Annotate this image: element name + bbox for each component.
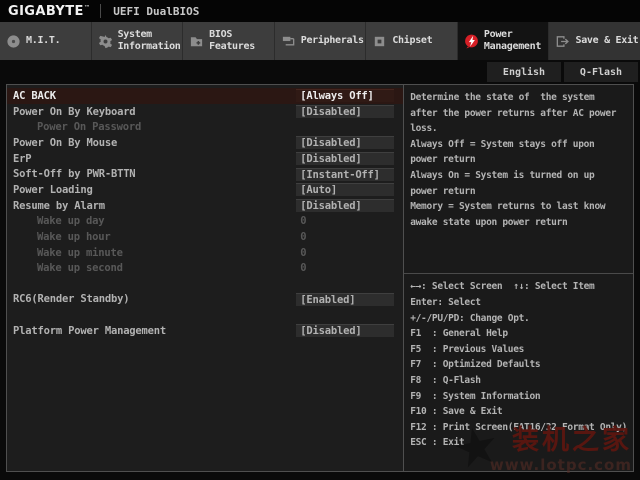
setting-row-resume-by-alarm[interactable]: Resume by Alarm [Disabled] <box>7 198 403 214</box>
bios-screen: GIGABYTE™ UEFI DualBIOS M.I.T. System In… <box>0 0 640 480</box>
setting-row-wake-up-second: Wake up second 0 <box>7 261 403 277</box>
help-panel: Determine the state of the system after … <box>404 85 633 471</box>
setting-row-wake-up-hour: Wake up hour 0 <box>7 229 403 245</box>
setting-value[interactable]: [Instant-Off] <box>296 168 394 181</box>
tab-bios-features[interactable]: BIOS Features <box>182 22 274 60</box>
setting-value[interactable]: [Disabled] <box>296 324 394 337</box>
content-panel: AC BACK [Always Off] Power On By Keyboar… <box>6 84 634 472</box>
lightning-icon <box>464 34 479 49</box>
help-description: Determine the state of the system after … <box>410 90 627 230</box>
setting-value[interactable]: [Disabled] <box>296 136 394 149</box>
tab-power-management[interactable]: Power Management <box>457 22 549 60</box>
exit-icon <box>555 34 570 49</box>
setting-row-ac-back[interactable]: AC BACK [Always Off] <box>7 88 403 104</box>
firmware-name: UEFI DualBIOS <box>113 5 199 18</box>
settings-list: AC BACK [Always Off] Power On By Keyboar… <box>7 85 404 471</box>
setting-row-rc6-render-standby[interactable]: RC6(Render Standby) [Enabled] <box>7 291 403 307</box>
setting-value[interactable]: [Auto] <box>296 183 394 196</box>
qflash-button[interactable]: Q-Flash <box>564 62 638 82</box>
tab-mit[interactable]: M.I.T. <box>0 22 91 60</box>
setting-row-power-on-password: Power On Password <box>7 119 403 135</box>
toolbar: English Q-Flash <box>0 60 640 84</box>
setting-row-wake-up-day: Wake up day 0 <box>7 214 403 230</box>
tab-chipset[interactable]: Chipset <box>365 22 457 60</box>
setting-value[interactable]: [Disabled] <box>296 152 394 165</box>
chip-icon <box>372 34 387 49</box>
key-legend: ←→: Select Screen ↑↓: Select Item Enter:… <box>410 274 627 451</box>
setting-row-power-on-by-keyboard[interactable]: Power On By Keyboard [Disabled] <box>7 104 403 120</box>
brand-header: GIGABYTE™ UEFI DualBIOS <box>0 0 640 22</box>
peripherals-icon <box>281 34 296 49</box>
setting-value: 0 <box>296 215 394 228</box>
setting-value: 0 <box>296 246 394 259</box>
folder-plus-icon <box>189 34 204 49</box>
setting-value[interactable]: [Enabled] <box>296 293 394 306</box>
tab-bar: M.I.T. System Information BIOS Features … <box>0 22 640 60</box>
setting-value[interactable]: [Disabled] <box>296 199 394 212</box>
setting-value[interactable]: [Disabled] <box>296 105 394 118</box>
tab-save-exit[interactable]: Save & Exit <box>548 22 640 60</box>
gear-icon <box>98 34 113 49</box>
setting-row-soft-off-by-pwr-bttn[interactable]: Soft-Off by PWR-BTTN [Instant-Off] <box>7 166 403 182</box>
setting-value: 0 <box>296 262 394 275</box>
dial-icon <box>6 34 21 49</box>
language-button[interactable]: English <box>487 62 561 82</box>
setting-row-power-on-by-mouse[interactable]: Power On By Mouse [Disabled] <box>7 135 403 151</box>
setting-value: 0 <box>296 231 394 244</box>
setting-value[interactable]: [Always Off] <box>296 89 394 102</box>
setting-row-power-loading[interactable]: Power Loading [Auto] <box>7 182 403 198</box>
header-divider <box>100 4 101 18</box>
tab-system-information[interactable]: System Information <box>91 22 183 60</box>
setting-row-erp[interactable]: ErP [Disabled] <box>7 151 403 167</box>
setting-value <box>296 121 394 134</box>
setting-row-platform-power-management[interactable]: Platform Power Management [Disabled] <box>7 323 403 339</box>
tab-peripherals[interactable]: Peripherals <box>274 22 366 60</box>
setting-row-wake-up-minute: Wake up minute 0 <box>7 245 403 261</box>
gigabyte-logo: GIGABYTE™ <box>8 4 90 19</box>
